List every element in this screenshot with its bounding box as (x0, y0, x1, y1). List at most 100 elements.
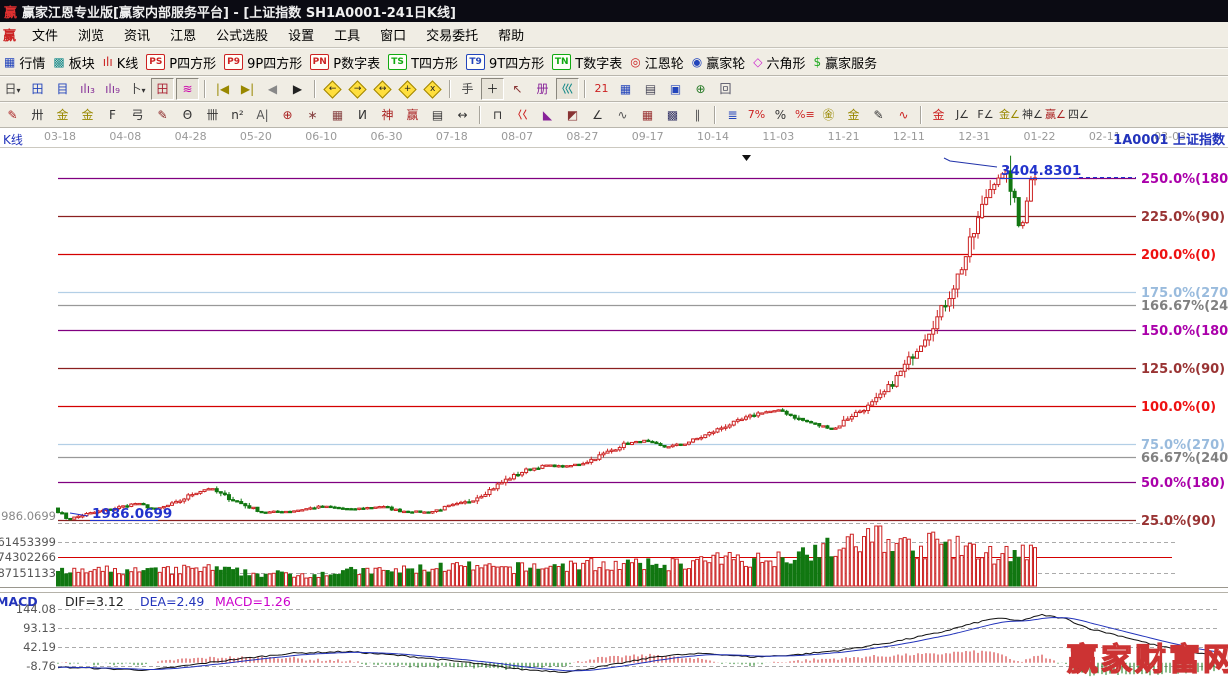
f-ruler-icon[interactable]: F (101, 104, 124, 126)
color-histogram-icon[interactable]: ≋ (176, 78, 199, 100)
gold-underline-icon[interactable]: 金 (927, 104, 950, 126)
page-prev-icon[interactable]: ◀ (261, 78, 284, 100)
save-icon[interactable]: ▣ (664, 78, 687, 100)
bars-3-icon[interactable]: ılı₃ (76, 78, 99, 100)
gold-lines-icon[interactable]: 金 (842, 104, 865, 126)
toolbar-button-p-square[interactable]: PSP四方形 (146, 53, 216, 72)
calculator-icon[interactable]: ▦ (614, 78, 637, 100)
pen-flag-icon[interactable]: ✎ (867, 104, 890, 126)
expand-h-diamond-icon[interactable]: ↔ (373, 80, 391, 98)
fan-box-2-icon[interactable]: ◩ (561, 104, 584, 126)
toolbar-button-t-square[interactable]: TST四方形 (388, 53, 458, 72)
menu-item-settings[interactable]: 设置 (278, 22, 324, 47)
spiral-tool-icon[interactable]: 弓 (126, 104, 149, 126)
tick-ruler-icon[interactable]: 卌 (201, 104, 224, 126)
calendar-icon[interactable]: 21 (591, 78, 612, 100)
parallel-lines-icon[interactable]: ∥ (686, 104, 709, 126)
brush-tool-icon[interactable]: ✎ (151, 104, 174, 126)
candle-style-dropdown-icon[interactable]: 卜▾ (126, 78, 149, 100)
shift-left-diamond-icon[interactable]: ← (323, 80, 341, 98)
menu-item-formula-stock-pick[interactable]: 公式选股 (206, 22, 278, 47)
page-next-icon[interactable]: ▶ (286, 78, 309, 100)
four-angle-icon[interactable]: 四∠ (1067, 104, 1088, 126)
info-panel-icon[interactable]: 目 (51, 78, 74, 100)
gauge-circle-icon[interactable]: Θ (176, 104, 199, 126)
toolbar-button-gann-wheel[interactable]: ◎江恩轮 (630, 53, 684, 72)
f-angle-icon[interactable]: F∠ (975, 104, 996, 126)
fan-box-icon[interactable]: ◣ (536, 104, 559, 126)
gann-toolbox-icon[interactable]: 册 (531, 78, 554, 100)
mirror-tool-icon[interactable]: A| (251, 104, 274, 126)
percent-retrace-icon[interactable]: 7% (746, 104, 767, 126)
gold-circle-icon[interactable]: ㊎ (817, 104, 840, 126)
toolbar-button-quotes[interactable]: ▦行情 (4, 53, 45, 72)
toolbar-button-9p-square[interactable]: P99P四方形 (224, 53, 302, 72)
percent-lines-icon[interactable]: %≡ (794, 104, 815, 126)
price-ladder-icon[interactable]: ≣ (721, 104, 744, 126)
wave-red-icon[interactable]: ∿ (892, 104, 915, 126)
zoom-in-diamond-icon[interactable]: + (398, 80, 416, 98)
menu-item-gann[interactable]: 江恩 (160, 22, 206, 47)
kline-chart[interactable]: 03-1804-0804-2805-2006-1006-3007-1808-07… (0, 128, 1228, 683)
menu-item-file[interactable]: 文件 (22, 22, 68, 47)
notes-icon[interactable]: ▤ (639, 78, 662, 100)
gold-ruler-1-icon[interactable]: 金 (51, 104, 74, 126)
zoom-out-diamond-icon[interactable]: x (423, 80, 441, 98)
menu-item-help[interactable]: 帮助 (488, 22, 534, 47)
toolbar-button-winner-wheel[interactable]: ◉赢家轮 (692, 53, 746, 72)
pencil-tool-icon[interactable]: ✎ (1, 104, 24, 126)
hand-tool-icon[interactable]: 手 (456, 78, 479, 100)
percent-tool-icon[interactable]: % (769, 104, 792, 126)
grid-dark-icon[interactable]: ▩ (661, 104, 684, 126)
menu-item-news[interactable]: 资讯 (114, 22, 160, 47)
pc-link-icon[interactable]: 回 (714, 78, 737, 100)
toolbar-button-p-number-table[interactable]: PNP数字表 (310, 53, 380, 72)
toolbar-button-kline[interactable]: ılıK线 (103, 53, 139, 72)
chart-area[interactable]: 03-1804-0804-2805-2006-1006-3007-1808-07… (0, 128, 1228, 683)
pointer-tool-icon[interactable]: ↖ (506, 78, 529, 100)
ying-ruler-icon[interactable]: 赢 (401, 104, 424, 126)
grid-red-icon[interactable]: ▦ (636, 104, 659, 126)
toolbar-button-9t-square[interactable]: T99T四方形 (466, 53, 544, 72)
gann-window-icon[interactable]: 田 (151, 78, 174, 100)
gold-angle-icon[interactable]: 金∠ (998, 104, 1019, 126)
crosshair-tool-icon[interactable]: ＋ (481, 78, 504, 100)
ray-fan-icon[interactable]: 巜 (511, 104, 534, 126)
toolbar-button-hexagon[interactable]: ◇六角形 (753, 53, 805, 72)
bars-9-icon[interactable]: ılı₉ (101, 78, 124, 100)
shen-ruler-icon[interactable]: 神 (376, 104, 399, 126)
zigzag-tool-icon[interactable]: ∿ (611, 104, 634, 126)
kline-period-dropdown-icon[interactable]: 日▾ (1, 78, 24, 100)
n-square-tool-icon[interactable]: n² (226, 104, 249, 126)
ying-angle-icon[interactable]: 赢∠ (1044, 104, 1065, 126)
target-circle-icon[interactable]: ⊕ (276, 104, 299, 126)
menu-item-window[interactable]: 窗口 (370, 22, 416, 47)
menu-item-trade-order[interactable]: 交易委托 (416, 22, 488, 47)
h-measure-icon[interactable]: ↔ (451, 104, 474, 126)
ruler-ticks-icon[interactable]: 卅 (26, 104, 49, 126)
shen-angle-icon[interactable]: 神∠ (1021, 104, 1042, 126)
last-page-icon[interactable]: ▶| (236, 78, 259, 100)
web-sync-icon[interactable]: ⊕ (689, 78, 712, 100)
smart-tool-icon[interactable]: 巛 (556, 78, 579, 100)
ruler-123-icon[interactable]: ▤ (426, 104, 449, 126)
window-layout-icon[interactable]: 田 (26, 78, 49, 100)
star-circle-icon[interactable]: ∗ (301, 104, 324, 126)
j-angle-icon[interactable]: J∠ (952, 104, 973, 126)
toolbar-button-sectors[interactable]: ▩板块 (53, 53, 94, 72)
window-titlebar[interactable]: 赢 赢家江恩专业版[赢家内部服务平台] - [上证指数 SH1A0001-241… (0, 0, 1228, 22)
gold-ruler-2-icon[interactable]: 金 (76, 104, 99, 126)
n-wave-icon[interactable]: И (351, 104, 374, 126)
svg-text:100.0%(0): 100.0%(0) (1141, 400, 1216, 415)
box-plot-tool-icon[interactable]: ⊓ (486, 104, 509, 126)
toolbar-button-winner-service[interactable]: $赢家服务 (813, 53, 877, 72)
menu-item-browse[interactable]: 浏览 (68, 22, 114, 47)
svg-text:200.0%(0): 200.0%(0) (1141, 248, 1216, 263)
trend-lines-icon[interactable]: ∠ (586, 104, 609, 126)
first-page-icon[interactable]: |◀ (211, 78, 234, 100)
shift-right-diamond-icon[interactable]: → (348, 80, 366, 98)
menu-item-tools[interactable]: 工具 (324, 22, 370, 47)
toolbar-button-t-number-table[interactable]: TNT数字表 (552, 53, 622, 72)
grid-box-icon[interactable]: ▦ (326, 104, 349, 126)
window-title: 赢家江恩专业版[赢家内部服务平台] - [上证指数 SH1A0001-241日K… (22, 2, 456, 21)
